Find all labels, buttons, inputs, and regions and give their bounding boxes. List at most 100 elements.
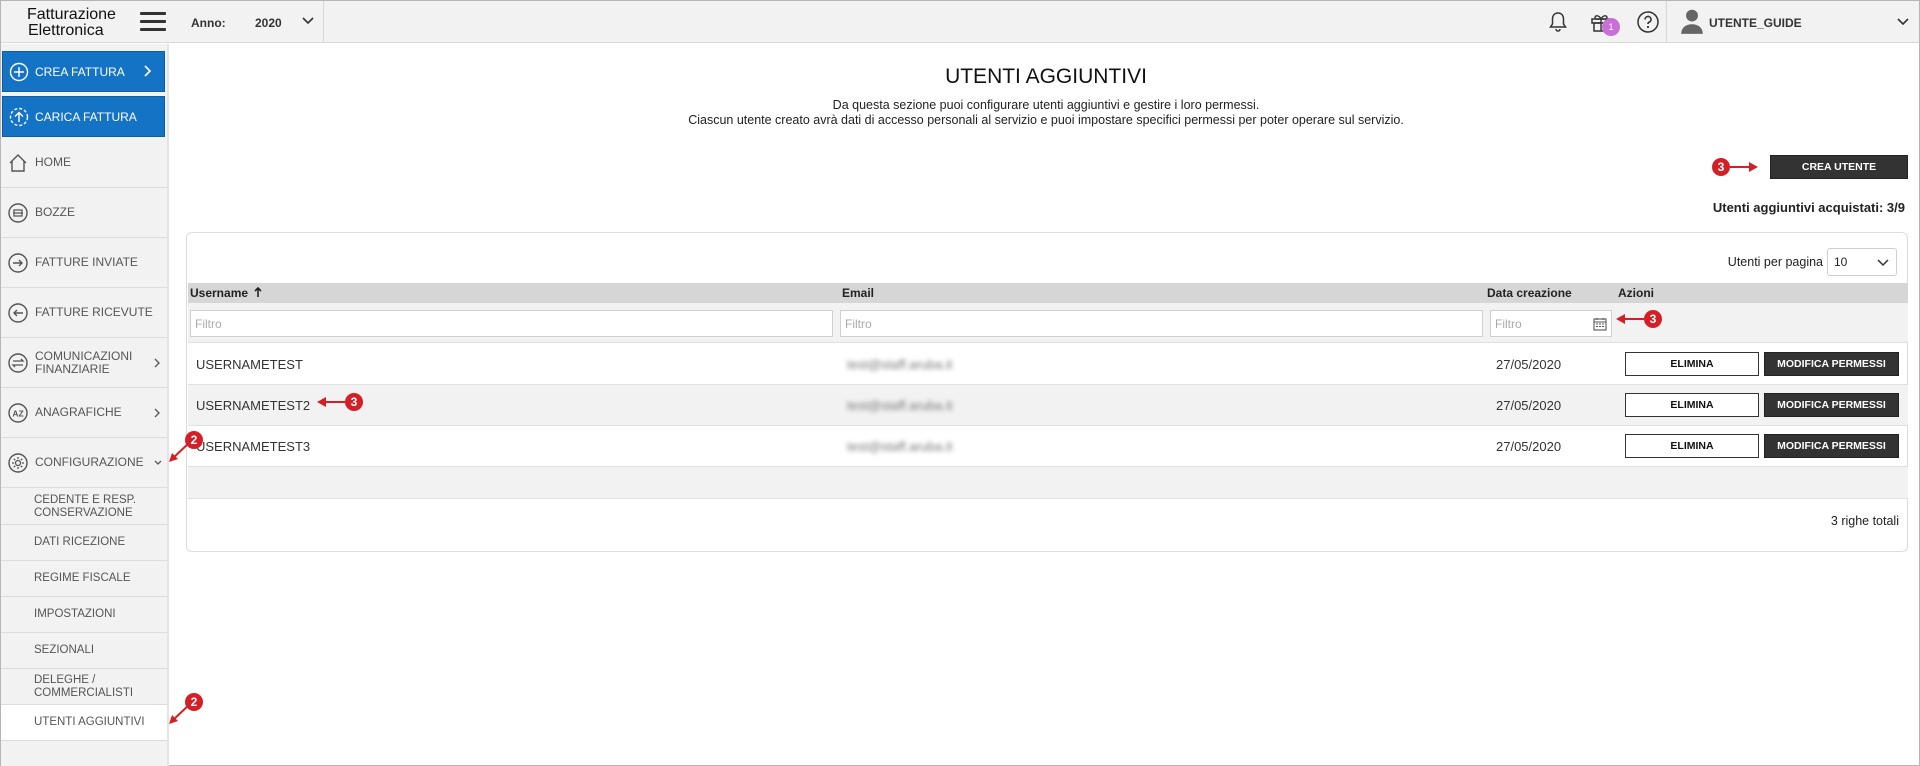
email-filter-input[interactable]: Filtro (840, 310, 1483, 337)
sidebar-item-label: FATTURE INVIATE (35, 255, 138, 269)
sidebar-subitem-label: CEDENTE E RESP. CONSERVAZIONE (34, 493, 137, 519)
notification-badge: 1 (1602, 18, 1620, 36)
chevron-right-icon (144, 65, 152, 77)
chevron-right-icon (154, 408, 160, 418)
year-select-value[interactable]: 2020 (255, 16, 282, 30)
bell-icon[interactable] (1546, 10, 1570, 34)
per-page-label: Utenti per pagina (1727, 255, 1823, 269)
upload-invoice-button[interactable]: CARICA FATTURA (2, 96, 165, 137)
logo-line1: Fatturazione (27, 6, 116, 23)
sidebar-subitem-label: SEZIONALI (34, 644, 95, 656)
divider (323, 1, 324, 43)
sidebar-subitem-label: IMPOSTAZIONI (34, 608, 116, 620)
sidebar-item-sent-invoices[interactable]: FATTURE INVIATE (1, 238, 167, 288)
creation-date-cell: 27/05/2020 (1496, 398, 1562, 413)
username-cell: USERNAMETEST2 (196, 398, 311, 413)
sidebar-item-label: ANAGRAFICHE (35, 405, 122, 419)
creation-date-cell: 27/05/2020 (1496, 439, 1562, 454)
table-row-empty (188, 467, 1908, 499)
table-header: Username Email Data creazione Azioni (188, 283, 1908, 303)
table-row: USERNAMETEST2 test@staff.aruba.it 27/05/… (188, 385, 1908, 426)
sidebar-item-configuration[interactable]: CONFIGURAZIONE (1, 438, 167, 488)
edit-permissions-button[interactable]: MODIFICA PERMESSI (1764, 393, 1899, 417)
sidebar-subitem-label: DATI RICEZIONE (34, 536, 126, 548)
chevron-down-icon (1877, 259, 1889, 267)
sidebar-subitem-reception-data[interactable]: DATI RICEZIONE (1, 525, 167, 561)
sidebar-subitem-label: REGIME FISCALE (34, 572, 131, 584)
divider (1666, 1, 1667, 43)
edit-permissions-button[interactable]: MODIFICA PERMESSI (1764, 352, 1899, 376)
calendar-icon[interactable] (1593, 317, 1607, 331)
annotation-number: 2 (191, 433, 198, 447)
sidebar-subitem-label: UTENTI AGGIUNTIVI (34, 716, 145, 728)
column-header-email[interactable]: Email (842, 286, 874, 300)
annotation-marker: 3 (1712, 158, 1758, 176)
create-user-button[interactable]: CREA UTENTE (1770, 155, 1908, 179)
sidebar-subitem-settings[interactable]: IMPOSTAZIONI (1, 597, 167, 633)
date-filter-placeholder: Filtro (1495, 317, 1522, 331)
delete-button[interactable]: ELIMINA (1625, 434, 1759, 458)
chevron-down-icon (154, 460, 162, 465)
sidebar-item-financial-communications[interactable]: COMUNICAZIONI FINANZIARIE (1, 338, 167, 388)
sidebar-subitem-additional-users[interactable]: UTENTI AGGIUNTIVI (1, 705, 167, 741)
user-name[interactable]: UTENTE_GUIDE (1709, 16, 1802, 30)
create-invoice-button[interactable]: CREA FATTURA (2, 51, 165, 92)
annotation-number: 3 (1650, 312, 1657, 326)
upload-icon (9, 107, 29, 126)
delete-button[interactable]: ELIMINA (1625, 393, 1759, 417)
username-filter-input[interactable]: Filtro (190, 310, 833, 337)
per-page-select[interactable]: 10 (1827, 248, 1897, 276)
az-icon: AZ (8, 402, 28, 423)
annotation-marker: 2 (169, 431, 203, 462)
app-logo[interactable]: Fatturazione Elettronica (27, 7, 116, 39)
sidebar-item-label: FATTURE RICEVUTE (35, 305, 153, 319)
sidebar-item-received-invoices[interactable]: FATTURE RICEVUTE (1, 288, 167, 338)
user-avatar-icon[interactable] (1679, 7, 1705, 35)
edit-permissions-button[interactable]: MODIFICA PERMESSI (1764, 434, 1899, 458)
annotation-marker: 3 (317, 393, 363, 411)
home-icon (9, 153, 27, 172)
page-description: Da questa sezione puoi configurare utent… (171, 98, 1920, 128)
create-invoice-label: CREA FATTURA (35, 64, 125, 79)
gear-icon (8, 452, 28, 473)
annotation-marker: 2 (169, 693, 203, 724)
creation-date-cell: 27/05/2020 (1496, 357, 1562, 372)
sidebar-item-label: CONFIGURAZIONE (35, 455, 144, 469)
exchange-icon (8, 352, 28, 373)
email-cell: test@staff.aruba.it (847, 439, 953, 454)
logo-line2: Elettronica (28, 22, 104, 39)
annotation-number: 3 (1718, 160, 1725, 174)
hamburger-menu-icon[interactable] (140, 12, 166, 32)
sidebar-item-label: BOZZE (35, 205, 76, 219)
sidebar-item-home[interactable]: HOME (1, 138, 167, 188)
plus-circle-icon (9, 62, 29, 81)
chevron-down-icon[interactable] (1896, 15, 1910, 29)
delete-button[interactable]: ELIMINA (1625, 352, 1759, 376)
sidebar-subitem-delegations[interactable]: DELEGHE / COMMERCIALISTI (1, 669, 167, 705)
sort-ascending-icon[interactable] (253, 286, 263, 298)
sidebar-subitem-sectionals[interactable]: SEZIONALI (1, 633, 167, 669)
sidebar: CREA FATTURA CARICA FATTURA HOME BOZZE F… (1, 44, 169, 766)
top-bar: Fatturazione Elettronica Anno: 2020 1 UT… (1, 1, 1919, 43)
column-header-creation-date[interactable]: Data creazione (1487, 286, 1572, 300)
annotation-marker: 3 (1616, 310, 1662, 328)
chevron-down-icon[interactable] (301, 14, 315, 28)
per-page-value: 10 (1834, 255, 1848, 269)
table-row: USERNAMETEST3 test@staff.aruba.it 27/05/… (188, 426, 1908, 467)
annotation-number: 3 (351, 395, 358, 409)
sidebar-subitem-seller[interactable]: CEDENTE E RESP. CONSERVAZIONE (1, 489, 167, 525)
sidebar-item-label: HOME (35, 155, 71, 169)
column-header-actions: Azioni (1618, 286, 1654, 300)
sidebar-item-registry[interactable]: AZ ANAGRAFICHE (1, 388, 167, 438)
sidebar-subitem-tax-regime[interactable]: REGIME FISCALE (1, 561, 167, 597)
email-cell: test@staff.aruba.it (847, 398, 953, 413)
page-description-line1: Da questa sezione puoi configurare utent… (832, 98, 1260, 112)
users-table-panel: Utenti per pagina 10 Username Email Data… (186, 232, 1908, 552)
upload-invoice-label: CARICA FATTURA (35, 109, 137, 124)
sidebar-item-drafts[interactable]: BOZZE (1, 188, 167, 238)
date-filter-input[interactable]: Filtro (1490, 310, 1612, 337)
help-icon[interactable] (1636, 10, 1660, 34)
chevron-right-icon (154, 358, 160, 368)
username-cell: USERNAMETEST (196, 357, 303, 372)
column-header-username[interactable]: Username (190, 286, 263, 300)
